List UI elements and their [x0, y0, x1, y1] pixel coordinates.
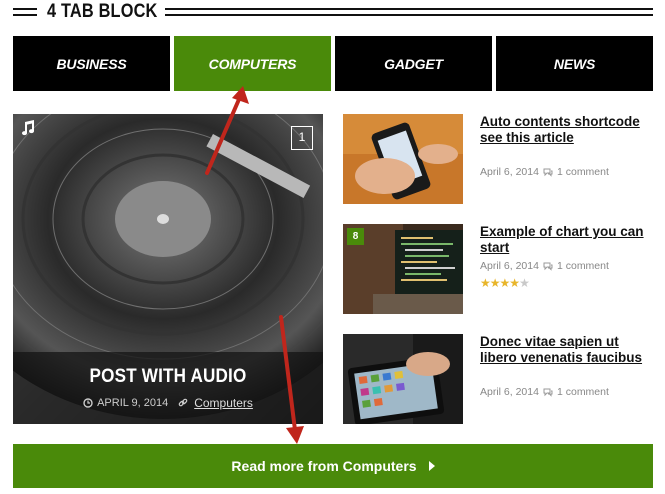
- post-comments-link[interactable]: 1 comment: [557, 386, 609, 398]
- featured-post[interactable]: 1 POST WITH AUDIO APRIL 9, 2014 Computer…: [13, 114, 323, 424]
- featured-date: APRIL 9, 2014: [97, 397, 169, 409]
- list-item: Donec vitae sapien ut libero venenatis f…: [343, 334, 653, 426]
- star-empty-icon: ★: [519, 276, 530, 290]
- star-filled-icon: ★: [499, 276, 511, 290]
- featured-category-link[interactable]: Computers: [194, 396, 253, 410]
- comment-icon: [543, 262, 553, 271]
- tab-bar: BUSINESS COMPUTERS GADGET NEWS: [13, 36, 653, 91]
- header-decor-lines-left: [13, 8, 37, 16]
- star-filled-icon: ★: [480, 276, 491, 290]
- star-filled-icon: ★: [489, 276, 501, 290]
- read-more-button[interactable]: Read more from Computers: [13, 444, 653, 488]
- featured-caption: POST WITH AUDIO APRIL 9, 2014 Computers: [13, 352, 323, 424]
- post-thumbnail-tablet[interactable]: [343, 334, 463, 424]
- post-date: April 6, 2014: [480, 260, 539, 272]
- post-comments-link[interactable]: 1 comment: [557, 260, 609, 272]
- post-comments-link[interactable]: 1 comment: [557, 166, 609, 178]
- annotation-arrowhead-readmore: [286, 426, 304, 444]
- star-rating: ★★★★★: [480, 276, 530, 290]
- post-date: April 6, 2014: [480, 166, 539, 178]
- read-more-label: Read more from Computers: [231, 458, 417, 474]
- post-title-link[interactable]: Auto contents shortcode see this article: [480, 114, 650, 146]
- music-icon: [22, 120, 35, 136]
- tab-gadget[interactable]: GADGET: [335, 36, 492, 91]
- list-item: Auto contents shortcode see this article…: [343, 114, 653, 206]
- post-meta: April 6, 2014 1 comment: [480, 260, 609, 272]
- link-icon: [178, 398, 188, 407]
- post-date: April 6, 2014: [480, 386, 539, 398]
- post-meta: April 6, 2014 1 comment: [480, 166, 609, 178]
- post-meta: April 6, 2014 1 comment: [480, 386, 609, 398]
- block-title: 4 TAB BLOCK: [47, 1, 158, 22]
- tab-computers[interactable]: COMPUTERS: [174, 36, 331, 91]
- list-item: 8 Example of chart you can start April 6…: [343, 224, 653, 316]
- comment-icon: [543, 168, 553, 177]
- caret-right-icon: [428, 461, 435, 471]
- post-number-badge: 8: [347, 228, 364, 245]
- comment-icon: [543, 388, 553, 397]
- header-decor-lines-right: [165, 8, 653, 16]
- featured-title[interactable]: POST WITH AUDIO: [29, 366, 308, 388]
- star-filled-icon: ★: [509, 276, 520, 290]
- tab-news[interactable]: NEWS: [496, 36, 653, 91]
- post-title-link[interactable]: Example of chart you can start: [480, 224, 650, 256]
- post-thumbnail-phone[interactable]: [343, 114, 463, 204]
- featured-meta: APRIL 9, 2014 Computers: [13, 396, 323, 410]
- post-title-link[interactable]: Donec vitae sapien ut libero venenatis f…: [480, 334, 650, 366]
- clock-icon: [83, 398, 93, 408]
- block-header: 4 TAB BLOCK: [13, 0, 653, 26]
- gallery-count-badge: 1: [291, 126, 313, 150]
- tab-business[interactable]: BUSINESS: [13, 36, 170, 91]
